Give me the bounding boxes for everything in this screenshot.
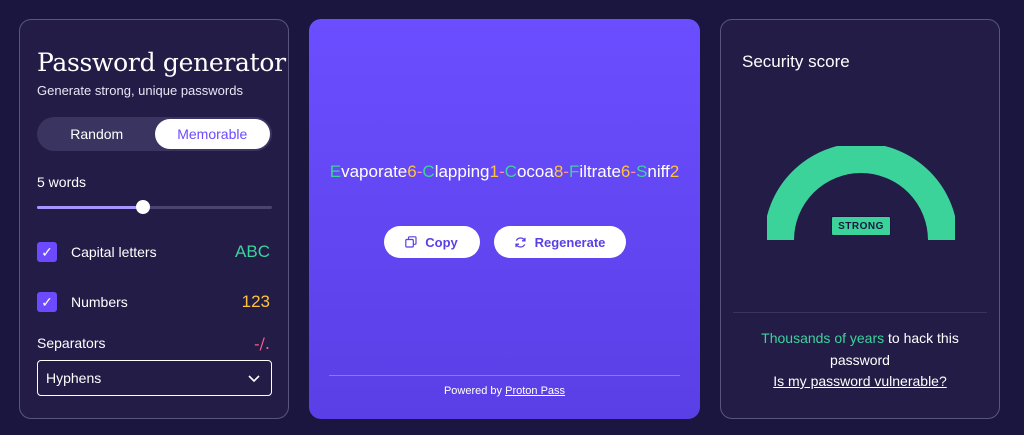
check-icon: ✓ — [41, 293, 53, 310]
numbers-sample: 123 — [241, 292, 270, 311]
password-segment: 1 — [489, 162, 499, 181]
separators-row: Separators -/. — [37, 333, 270, 353]
capital-letters-sample: ABC — [235, 242, 270, 261]
password-segment: C — [504, 162, 517, 181]
capital-letters-label: Capital letters — [71, 244, 157, 260]
password-segment: E — [329, 162, 342, 181]
mode-toggle: Random Memorable — [37, 117, 272, 151]
generated-password: Evaporate6-Clapping1-Cocoa8-Filtrate6-Sn… — [329, 159, 680, 184]
numbers-label: Numbers — [71, 294, 128, 310]
password-segment: 6 — [407, 162, 417, 181]
separators-sample: -/. — [254, 333, 270, 353]
password-segment: 8 — [553, 162, 564, 181]
strength-badge: STRONG — [831, 216, 891, 236]
vulnerability-link[interactable]: Is my password vulnerable? — [721, 373, 999, 389]
password-panel: Evaporate6-Clapping1-Cocoa8-Filtrate6-Sn… — [309, 19, 700, 419]
regenerate-button[interactable]: Regenerate — [493, 226, 626, 258]
separators-label: Separators — [37, 335, 106, 351]
password-actions: Copy Regenerate — [309, 226, 700, 258]
regenerate-label: Regenerate — [534, 234, 606, 250]
copy-label: Copy — [425, 234, 458, 250]
powered-prefix: Powered by — [443, 385, 506, 397]
password-segment: S — [636, 162, 648, 181]
capital-letters-checkbox[interactable]: ✓ — [37, 242, 57, 262]
words-count-label: 5 words — [37, 174, 87, 190]
copy-button[interactable]: Copy — [383, 226, 480, 258]
password-segment: lapping — [434, 162, 490, 181]
password-segment: F — [568, 162, 580, 181]
numbers-checkbox[interactable]: ✓ — [37, 292, 57, 312]
password-segment: 2 — [669, 162, 680, 181]
security-panel: Security score STRONG Thousands of years… — [720, 19, 1000, 419]
password-segment: niff — [647, 162, 670, 181]
page-title: Password generator — [37, 48, 286, 77]
tab-random[interactable]: Random — [39, 119, 155, 149]
hack-time-highlight: Thousands of years — [761, 330, 885, 346]
separator-select-value: Hyphens — [46, 370, 102, 386]
proton-pass-link[interactable]: Proton Pass — [505, 385, 565, 397]
slider-fill — [37, 206, 143, 209]
check-icon: ✓ — [41, 243, 53, 260]
option-capital-letters: ✓ Capital letters ABC — [37, 241, 270, 263]
slider-thumb[interactable] — [135, 200, 150, 214]
generator-panel: Password generator Generate strong, uniq… — [19, 19, 289, 419]
option-numbers: ✓ Numbers 123 — [37, 291, 270, 313]
words-slider[interactable] — [37, 200, 272, 214]
password-segment: ocoa — [516, 162, 554, 181]
security-divider — [733, 312, 987, 313]
page-subtitle: Generate strong, unique passwords — [37, 83, 243, 98]
powered-by: Powered by Proton Pass — [309, 385, 700, 397]
hack-time-text: Thousands of years to hack this password — [731, 327, 989, 371]
password-segment: vaporate — [341, 162, 408, 181]
chevron-down-icon — [248, 375, 260, 383]
password-segment: iltrate — [579, 162, 621, 181]
refresh-icon — [514, 236, 526, 248]
copy-icon — [405, 236, 417, 248]
password-segment: C — [422, 162, 435, 181]
center-divider — [329, 375, 680, 376]
separator-select[interactable]: Hyphens — [37, 360, 272, 396]
password-segment: 6 — [620, 162, 631, 181]
security-title: Security score — [742, 52, 850, 71]
tab-memorable[interactable]: Memorable — [154, 119, 270, 149]
